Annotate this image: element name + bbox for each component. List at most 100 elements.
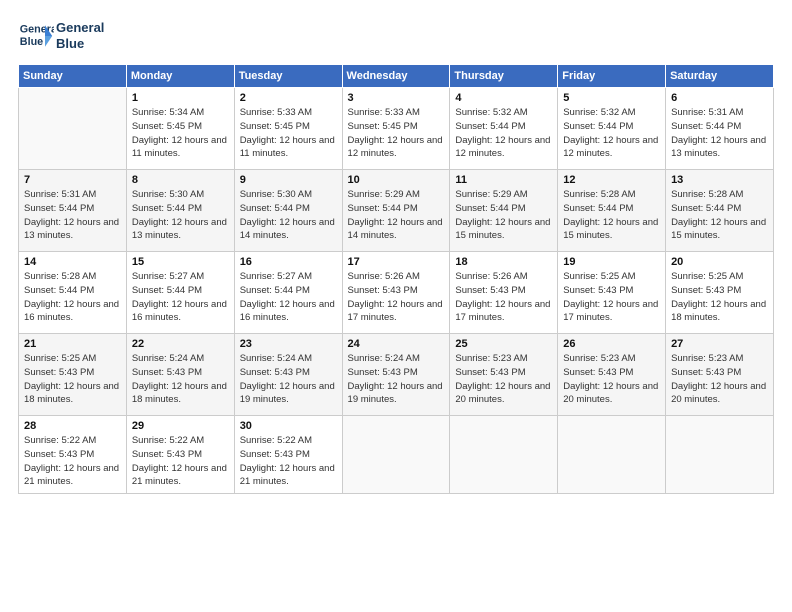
day-number: 15 <box>132 256 229 268</box>
svg-text:Blue: Blue <box>20 36 43 48</box>
day-number: 29 <box>132 420 229 432</box>
day-info: Sunrise: 5:22 AM Sunset: 5:43 PM Dayligh… <box>24 434 121 489</box>
logo: General Blue General Blue <box>18 18 104 54</box>
day-cell: 4 Sunrise: 5:32 AM Sunset: 5:44 PM Daylig… <box>450 88 558 170</box>
day-info: Sunrise: 5:23 AM Sunset: 5:43 PM Dayligh… <box>671 352 768 407</box>
day-number: 27 <box>671 338 768 350</box>
day-number: 21 <box>24 338 121 350</box>
day-number: 20 <box>671 256 768 268</box>
day-info: Sunrise: 5:28 AM Sunset: 5:44 PM Dayligh… <box>671 188 768 243</box>
day-cell: 20 Sunrise: 5:25 AM Sunset: 5:43 PM Dayli… <box>666 252 774 334</box>
weekday-header-friday: Friday <box>558 65 666 88</box>
day-cell: 25 Sunrise: 5:23 AM Sunset: 5:43 PM Dayli… <box>450 334 558 416</box>
week-row-2: 7 Sunrise: 5:31 AM Sunset: 5:44 PM Daylig… <box>19 170 774 252</box>
day-info: Sunrise: 5:22 AM Sunset: 5:43 PM Dayligh… <box>240 434 337 489</box>
day-cell: 28 Sunrise: 5:22 AM Sunset: 5:43 PM Dayli… <box>19 416 127 494</box>
weekday-header-sunday: Sunday <box>19 65 127 88</box>
day-number: 7 <box>24 174 121 186</box>
day-cell: 9 Sunrise: 5:30 AM Sunset: 5:44 PM Daylig… <box>234 170 342 252</box>
day-number: 1 <box>132 92 229 104</box>
day-info: Sunrise: 5:31 AM Sunset: 5:44 PM Dayligh… <box>671 106 768 161</box>
day-cell: 12Sunrise: 5:28 AM Sunset: 5:44 PM Dayli… <box>558 170 666 252</box>
day-info: Sunrise: 5:33 AM Sunset: 5:45 PM Dayligh… <box>348 106 445 161</box>
day-cell: 8 Sunrise: 5:30 AM Sunset: 5:44 PM Daylig… <box>126 170 234 252</box>
day-info: Sunrise: 5:27 AM Sunset: 5:44 PM Dayligh… <box>240 270 337 325</box>
week-row-1: 1 Sunrise: 5:34 AM Sunset: 5:45 PM Daylig… <box>19 88 774 170</box>
day-info: Sunrise: 5:25 AM Sunset: 5:43 PM Dayligh… <box>563 270 660 325</box>
day-cell: 19 Sunrise: 5:25 AM Sunset: 5:43 PM Dayli… <box>558 252 666 334</box>
day-cell: 15 Sunrise: 5:27 AM Sunset: 5:44 PM Dayli… <box>126 252 234 334</box>
day-cell: 2 Sunrise: 5:33 AM Sunset: 5:45 PM Daylig… <box>234 88 342 170</box>
day-number: 2 <box>240 92 337 104</box>
day-number: 9 <box>240 174 337 186</box>
day-number: 22 <box>132 338 229 350</box>
day-cell: 16Sunrise: 5:27 AM Sunset: 5:44 PM Dayli… <box>234 252 342 334</box>
week-row-4: 21 Sunrise: 5:25 AM Sunset: 5:43 PM Dayli… <box>19 334 774 416</box>
week-row-5: 28 Sunrise: 5:22 AM Sunset: 5:43 PM Dayli… <box>19 416 774 494</box>
day-number: 11 <box>455 174 552 186</box>
day-info: Sunrise: 5:30 AM Sunset: 5:44 PM Dayligh… <box>132 188 229 243</box>
day-cell: 26Sunrise: 5:23 AM Sunset: 5:43 PM Dayli… <box>558 334 666 416</box>
day-number: 6 <box>671 92 768 104</box>
day-number: 25 <box>455 338 552 350</box>
day-number: 8 <box>132 174 229 186</box>
day-cell: 7 Sunrise: 5:31 AM Sunset: 5:44 PM Daylig… <box>19 170 127 252</box>
day-cell: 29 Sunrise: 5:22 AM Sunset: 5:43 PM Dayli… <box>126 416 234 494</box>
week-row-3: 14Sunrise: 5:28 AM Sunset: 5:44 PM Dayli… <box>19 252 774 334</box>
day-number: 3 <box>348 92 445 104</box>
day-info: Sunrise: 5:32 AM Sunset: 5:44 PM Dayligh… <box>455 106 552 161</box>
day-info: Sunrise: 5:32 AM Sunset: 5:44 PM Dayligh… <box>563 106 660 161</box>
day-cell: 27 Sunrise: 5:23 AM Sunset: 5:43 PM Dayli… <box>666 334 774 416</box>
day-cell: 18 Sunrise: 5:26 AM Sunset: 5:43 PM Dayli… <box>450 252 558 334</box>
logo-text-line2: Blue <box>56 36 104 52</box>
day-number: 12 <box>563 174 660 186</box>
day-info: Sunrise: 5:24 AM Sunset: 5:43 PM Dayligh… <box>348 352 445 407</box>
day-cell <box>342 416 450 494</box>
day-info: Sunrise: 5:30 AM Sunset: 5:44 PM Dayligh… <box>240 188 337 243</box>
day-info: Sunrise: 5:29 AM Sunset: 5:44 PM Dayligh… <box>348 188 445 243</box>
day-info: Sunrise: 5:23 AM Sunset: 5:43 PM Dayligh… <box>563 352 660 407</box>
day-cell: 10 Sunrise: 5:29 AM Sunset: 5:44 PM Dayli… <box>342 170 450 252</box>
day-number: 4 <box>455 92 552 104</box>
weekday-header-thursday: Thursday <box>450 65 558 88</box>
day-info: Sunrise: 5:29 AM Sunset: 5:44 PM Dayligh… <box>455 188 552 243</box>
weekday-header-row: SundayMondayTuesdayWednesdayThursdayFrid… <box>19 65 774 88</box>
day-cell: 21 Sunrise: 5:25 AM Sunset: 5:43 PM Dayli… <box>19 334 127 416</box>
day-cell: 17Sunrise: 5:26 AM Sunset: 5:43 PM Dayli… <box>342 252 450 334</box>
day-cell: 1 Sunrise: 5:34 AM Sunset: 5:45 PM Daylig… <box>126 88 234 170</box>
day-info: Sunrise: 5:22 AM Sunset: 5:43 PM Dayligh… <box>132 434 229 489</box>
day-info: Sunrise: 5:25 AM Sunset: 5:43 PM Dayligh… <box>671 270 768 325</box>
day-cell: 11 Sunrise: 5:29 AM Sunset: 5:44 PM Dayli… <box>450 170 558 252</box>
weekday-header-tuesday: Tuesday <box>234 65 342 88</box>
day-cell <box>558 416 666 494</box>
day-number: 18 <box>455 256 552 268</box>
day-info: Sunrise: 5:24 AM Sunset: 5:43 PM Dayligh… <box>240 352 337 407</box>
day-info: Sunrise: 5:33 AM Sunset: 5:45 PM Dayligh… <box>240 106 337 161</box>
day-cell <box>450 416 558 494</box>
day-info: Sunrise: 5:34 AM Sunset: 5:45 PM Dayligh… <box>132 106 229 161</box>
day-cell <box>19 88 127 170</box>
day-number: 28 <box>24 420 121 432</box>
day-info: Sunrise: 5:23 AM Sunset: 5:43 PM Dayligh… <box>455 352 552 407</box>
logo-text-line1: General <box>56 20 104 36</box>
day-info: Sunrise: 5:27 AM Sunset: 5:44 PM Dayligh… <box>132 270 229 325</box>
day-number: 13 <box>671 174 768 186</box>
day-info: Sunrise: 5:24 AM Sunset: 5:43 PM Dayligh… <box>132 352 229 407</box>
day-number: 5 <box>563 92 660 104</box>
calendar: SundayMondayTuesdayWednesdayThursdayFrid… <box>18 64 774 494</box>
logo-icon: General Blue <box>18 18 54 54</box>
day-number: 24 <box>348 338 445 350</box>
day-cell: 24 Sunrise: 5:24 AM Sunset: 5:43 PM Dayli… <box>342 334 450 416</box>
day-info: Sunrise: 5:26 AM Sunset: 5:43 PM Dayligh… <box>455 270 552 325</box>
day-number: 10 <box>348 174 445 186</box>
day-cell: 23Sunrise: 5:24 AM Sunset: 5:43 PM Dayli… <box>234 334 342 416</box>
day-cell: 22 Sunrise: 5:24 AM Sunset: 5:43 PM Dayli… <box>126 334 234 416</box>
day-number: 19 <box>563 256 660 268</box>
page: General Blue General Blue SundayMondayTu… <box>0 0 792 612</box>
day-number: 30 <box>240 420 337 432</box>
day-cell: 5 Sunrise: 5:32 AM Sunset: 5:44 PM Daylig… <box>558 88 666 170</box>
day-number: 17 <box>348 256 445 268</box>
day-info: Sunrise: 5:25 AM Sunset: 5:43 PM Dayligh… <box>24 352 121 407</box>
day-cell: 30 Sunrise: 5:22 AM Sunset: 5:43 PM Dayli… <box>234 416 342 494</box>
day-info: Sunrise: 5:31 AM Sunset: 5:44 PM Dayligh… <box>24 188 121 243</box>
